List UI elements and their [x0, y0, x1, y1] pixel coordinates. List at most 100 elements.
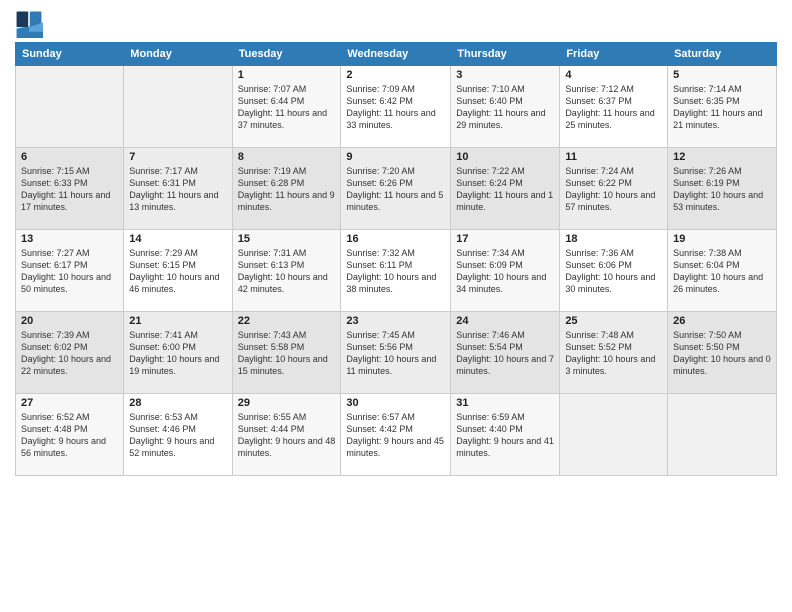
day-number: 10: [456, 151, 554, 163]
calendar-cell: 18 Sunrise: 7:36 AM Sunset: 6:06 PM Dayli…: [560, 230, 668, 312]
day-number: 27: [21, 397, 118, 409]
calendar-cell: 16Sunrise: 7:32 AM Sunset: 6:11 PM Dayli…: [341, 230, 451, 312]
day-number: 11: [565, 151, 662, 163]
day-number: 8: [238, 151, 336, 163]
calendar-cell: 5 Sunrise: 7:14 AM Sunset: 6:35 PM Daylig…: [668, 66, 777, 148]
day-number: 24: [456, 315, 554, 327]
calendar-cell: 2 Sunrise: 7:09 AM Sunset: 6:42 PM Daylig…: [341, 66, 451, 148]
calendar-cell: 27 Sunrise: 6:52 AM Sunset: 4:48 PM Dayli…: [16, 394, 124, 476]
calendar-cell: 9 Sunrise: 7:20 AM Sunset: 6:26 PM Daylig…: [341, 148, 451, 230]
calendar-cell: 31Sunrise: 6:59 AM Sunset: 4:40 PM Dayli…: [451, 394, 560, 476]
calendar-cell: 20 Sunrise: 7:39 AM Sunset: 6:02 PM Dayli…: [16, 312, 124, 394]
day-number: 29: [238, 397, 336, 409]
calendar-container: SundayMondayTuesdayWednesdayThursdayFrid…: [0, 0, 792, 486]
calendar-week-row: 6 Sunrise: 7:15 AM Sunset: 6:33 PM Daylig…: [16, 148, 777, 230]
calendar-cell: 14 Sunrise: 7:29 AM Sunset: 6:15 PM Dayli…: [124, 230, 232, 312]
calendar-cell: 29 Sunrise: 6:55 AM Sunset: 4:44 PM Dayli…: [232, 394, 341, 476]
calendar-week-row: 1 Sunrise: 7:07 AM Sunset: 6:44 PM Daylig…: [16, 66, 777, 148]
day-number: 2: [346, 69, 445, 81]
calendar-header-row: SundayMondayTuesdayWednesdayThursdayFrid…: [16, 43, 777, 66]
day-info: Sunrise: 7:34 AM Sunset: 6:09 PM Dayligh…: [456, 247, 554, 296]
day-number: 3: [456, 69, 554, 81]
calendar-cell: 23 Sunrise: 7:45 AM Sunset: 5:56 PM Dayli…: [341, 312, 451, 394]
day-info: Sunrise: 7:26 AM Sunset: 6:19 PM Dayligh…: [673, 165, 771, 214]
calendar-cell: 15 Sunrise: 7:31 AM Sunset: 6:13 PM Dayli…: [232, 230, 341, 312]
day-number: 30: [346, 397, 445, 409]
calendar-cell: 19 Sunrise: 7:38 AM Sunset: 6:04 PM Dayli…: [668, 230, 777, 312]
day-number: 17: [456, 233, 554, 245]
day-number: 26: [673, 315, 771, 327]
calendar-cell: 6 Sunrise: 7:15 AM Sunset: 6:33 PM Daylig…: [16, 148, 124, 230]
calendar-header-tuesday: Tuesday: [232, 43, 341, 66]
calendar-cell: 1 Sunrise: 7:07 AM Sunset: 6:44 PM Daylig…: [232, 66, 341, 148]
day-info: Sunrise: 6:55 AM Sunset: 4:44 PM Dayligh…: [238, 411, 336, 460]
day-info: Sunrise: 7:29 AM Sunset: 6:15 PM Dayligh…: [129, 247, 226, 296]
calendar-cell: 11 Sunrise: 7:24 AM Sunset: 6:22 PM Dayli…: [560, 148, 668, 230]
day-info: Sunrise: 7:38 AM Sunset: 6:04 PM Dayligh…: [673, 247, 771, 296]
calendar-cell: 10 Sunrise: 7:22 AM Sunset: 6:24 PM Dayli…: [451, 148, 560, 230]
day-info: Sunrise: 7:15 AM Sunset: 6:33 PM Dayligh…: [21, 165, 118, 214]
calendar-header-sunday: Sunday: [16, 43, 124, 66]
day-info: Sunrise: 6:57 AM Sunset: 4:42 PM Dayligh…: [346, 411, 445, 460]
calendar-header-friday: Friday: [560, 43, 668, 66]
day-info: Sunrise: 7:12 AM Sunset: 6:37 PM Dayligh…: [565, 83, 662, 132]
calendar-header-thursday: Thursday: [451, 43, 560, 66]
day-info: Sunrise: 7:48 AM Sunset: 5:52 PM Dayligh…: [565, 329, 662, 378]
day-info: Sunrise: 7:27 AM Sunset: 6:17 PM Dayligh…: [21, 247, 118, 296]
day-number: 6: [21, 151, 118, 163]
day-info: Sunrise: 7:50 AM Sunset: 5:50 PM Dayligh…: [673, 329, 771, 378]
day-info: Sunrise: 6:53 AM Sunset: 4:46 PM Dayligh…: [129, 411, 226, 460]
day-number: 1: [238, 69, 336, 81]
calendar-cell: 12Sunrise: 7:26 AM Sunset: 6:19 PM Dayli…: [668, 148, 777, 230]
day-info: Sunrise: 7:22 AM Sunset: 6:24 PM Dayligh…: [456, 165, 554, 214]
calendar-week-row: 27 Sunrise: 6:52 AM Sunset: 4:48 PM Dayli…: [16, 394, 777, 476]
logo: [15, 10, 47, 38]
calendar-cell: 4 Sunrise: 7:12 AM Sunset: 6:37 PM Daylig…: [560, 66, 668, 148]
calendar-cell: 3Sunrise: 7:10 AM Sunset: 6:40 PM Daylig…: [451, 66, 560, 148]
day-info: Sunrise: 7:24 AM Sunset: 6:22 PM Dayligh…: [565, 165, 662, 214]
day-number: 13: [21, 233, 118, 245]
calendar-cell: 8 Sunrise: 7:19 AM Sunset: 6:28 PM Daylig…: [232, 148, 341, 230]
calendar-table: SundayMondayTuesdayWednesdayThursdayFrid…: [15, 42, 777, 476]
day-info: Sunrise: 6:59 AM Sunset: 4:40 PM Dayligh…: [456, 411, 554, 460]
day-number: 15: [238, 233, 336, 245]
day-number: 21: [129, 315, 226, 327]
calendar-header-monday: Monday: [124, 43, 232, 66]
calendar-week-row: 20 Sunrise: 7:39 AM Sunset: 6:02 PM Dayli…: [16, 312, 777, 394]
day-number: 16: [346, 233, 445, 245]
day-info: Sunrise: 7:39 AM Sunset: 6:02 PM Dayligh…: [21, 329, 118, 378]
header: [15, 10, 777, 38]
day-info: Sunrise: 7:31 AM Sunset: 6:13 PM Dayligh…: [238, 247, 336, 296]
day-number: 28: [129, 397, 226, 409]
day-info: Sunrise: 7:43 AM Sunset: 5:58 PM Dayligh…: [238, 329, 336, 378]
day-info: Sunrise: 7:45 AM Sunset: 5:56 PM Dayligh…: [346, 329, 445, 378]
day-info: Sunrise: 7:19 AM Sunset: 6:28 PM Dayligh…: [238, 165, 336, 214]
day-number: 23: [346, 315, 445, 327]
calendar-cell: 26 Sunrise: 7:50 AM Sunset: 5:50 PM Dayli…: [668, 312, 777, 394]
day-number: 9: [346, 151, 445, 163]
day-number: 19: [673, 233, 771, 245]
calendar-week-row: 13 Sunrise: 7:27 AM Sunset: 6:17 PM Dayli…: [16, 230, 777, 312]
day-number: 5: [673, 69, 771, 81]
day-number: 14: [129, 233, 226, 245]
calendar-cell: [124, 66, 232, 148]
day-number: 25: [565, 315, 662, 327]
day-number: 18: [565, 233, 662, 245]
day-number: 20: [21, 315, 118, 327]
day-info: Sunrise: 7:14 AM Sunset: 6:35 PM Dayligh…: [673, 83, 771, 132]
calendar-cell: [560, 394, 668, 476]
logo-icon: [15, 10, 43, 38]
day-info: Sunrise: 6:52 AM Sunset: 4:48 PM Dayligh…: [21, 411, 118, 460]
day-info: Sunrise: 7:20 AM Sunset: 6:26 PM Dayligh…: [346, 165, 445, 214]
calendar-cell: [16, 66, 124, 148]
day-info: Sunrise: 7:09 AM Sunset: 6:42 PM Dayligh…: [346, 83, 445, 132]
day-number: 4: [565, 69, 662, 81]
calendar-cell: 25 Sunrise: 7:48 AM Sunset: 5:52 PM Dayli…: [560, 312, 668, 394]
calendar-cell: 28 Sunrise: 6:53 AM Sunset: 4:46 PM Dayli…: [124, 394, 232, 476]
calendar-cell: [668, 394, 777, 476]
day-number: 7: [129, 151, 226, 163]
day-number: 22: [238, 315, 336, 327]
day-info: Sunrise: 7:07 AM Sunset: 6:44 PM Dayligh…: [238, 83, 336, 132]
day-info: Sunrise: 7:36 AM Sunset: 6:06 PM Dayligh…: [565, 247, 662, 296]
calendar-cell: 22 Sunrise: 7:43 AM Sunset: 5:58 PM Dayli…: [232, 312, 341, 394]
